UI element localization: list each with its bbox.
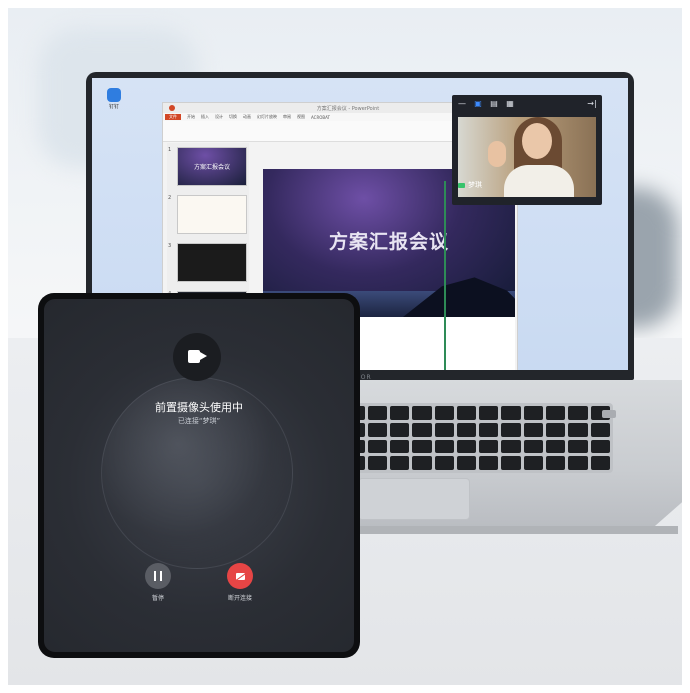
keyboard-key [389, 406, 410, 420]
keyboard-key [479, 439, 499, 454]
keyboard-key [546, 422, 566, 437]
disconnect-control: 断开连接 [210, 563, 270, 602]
desktop-app-icon[interactable]: 钉钉 [104, 88, 124, 110]
keyboard-key [501, 422, 521, 437]
keyboard-key [568, 456, 588, 470]
participant-face [522, 123, 552, 159]
power-button [602, 410, 616, 418]
keyboard-key [546, 456, 566, 470]
keyboard-key [389, 422, 410, 437]
keyboard-key [546, 439, 566, 454]
pause-label: 暂停 [151, 595, 164, 602]
pause-button[interactable] [145, 563, 171, 589]
tab-transitions[interactable]: 切换 [229, 114, 237, 120]
slide-title: 方案汇报会议 [328, 231, 449, 253]
disconnect-label: 断开连接 [227, 595, 252, 602]
keyboard-key [546, 406, 566, 420]
keyboard-key [389, 439, 410, 454]
tab-review[interactable]: 审阅 [283, 114, 291, 120]
connection-status: 已连接“梦琪” [177, 417, 221, 425]
slide-thumbnail-3[interactable] [177, 243, 247, 282]
keyboard-key [568, 439, 588, 454]
keyboard-key [367, 456, 387, 470]
participant-name: 梦琪 [468, 181, 482, 189]
keyboard-key [590, 456, 610, 470]
keyboard-key [412, 422, 432, 437]
participant-hand [488, 141, 506, 167]
keyboard-key [568, 422, 588, 437]
phone-screen: 前置摄像头使用中 已连接“梦琪” 暂停 断开连接 [44, 299, 354, 652]
keyboard-key [412, 439, 432, 454]
keyboard-key [523, 456, 544, 470]
slide-thumbnail-1[interactable]: 方案汇报会议 [177, 147, 247, 186]
collapse-right-icon[interactable]: →| [587, 100, 596, 108]
keyboard-key [412, 406, 432, 420]
powerpoint-icon [169, 105, 175, 111]
camera-status-title: 前置摄像头使用中 [155, 401, 243, 414]
tab-acrobat[interactable]: ACROBAT [311, 115, 330, 120]
keyboard-key [412, 456, 432, 470]
tab-slideshow[interactable]: 幻灯片放映 [257, 114, 277, 120]
tab-view[interactable]: 视图 [297, 114, 305, 120]
tab-design[interactable]: 设计 [215, 114, 223, 120]
keyboard-key [479, 422, 499, 437]
keyboard-key [456, 456, 477, 470]
participant-name-tag: 梦琪 [458, 180, 482, 190]
pause-control: 暂停 [128, 563, 188, 602]
keyboard-key [456, 439, 477, 454]
trackpad [358, 478, 470, 520]
slide-number: 2 [168, 195, 172, 201]
keyboard-key [479, 456, 499, 470]
tab-home[interactable]: 开始 [187, 114, 195, 120]
tab-animations[interactable]: 动画 [243, 114, 251, 120]
slide-thumbnail-title: 方案汇报会议 [193, 164, 230, 171]
single-view-icon[interactable]: ▣ [474, 100, 482, 108]
slide-number: 3 [168, 243, 172, 249]
keyboard-key [501, 456, 521, 470]
slide-number: 1 [168, 147, 172, 153]
phone-device: 前置摄像头使用中 已连接“梦琪” 暂停 断开连接 [38, 293, 360, 658]
keyboard-key [479, 406, 499, 420]
camera-off-icon [235, 572, 245, 580]
video-call-toolbar: — ▣ ▤ ▦ →| [452, 95, 602, 113]
keyboard-key [434, 422, 454, 437]
keyboard-key [367, 439, 387, 454]
pause-icon [154, 571, 162, 581]
camera-on-icon [458, 182, 465, 188]
keyboard-key [456, 406, 477, 420]
minimize-icon[interactable]: — [458, 100, 466, 108]
desktop-app-label: 钉钉 [108, 104, 119, 110]
keyboard-key [501, 439, 521, 454]
keyboard-key [434, 456, 454, 470]
keyboard-key [456, 422, 477, 437]
grid-view-icon[interactable]: ▦ [506, 100, 514, 108]
video-call-window[interactable]: — ▣ ▤ ▦ →| 梦琪 [452, 95, 602, 205]
keyboard-key [434, 439, 454, 454]
keyboard-key [501, 406, 521, 420]
keyboard-key [590, 422, 610, 437]
keyboard-key [367, 406, 387, 420]
window-edge [444, 181, 446, 370]
dingtalk-icon [107, 88, 121, 102]
keyboard-key [523, 439, 544, 454]
keyboard-key [523, 406, 544, 420]
keyboard-key [590, 439, 610, 454]
participant-body [504, 165, 574, 197]
tab-insert[interactable]: 插入 [201, 114, 209, 120]
keyboard-key [389, 456, 410, 470]
keyboard-key [434, 406, 454, 420]
keyboard-key [367, 422, 387, 437]
keyboard-key [523, 422, 544, 437]
slide-thumbnail-2[interactable] [177, 195, 247, 234]
video-camera-icon [188, 350, 207, 363]
keyboard-key [568, 406, 588, 420]
split-view-icon[interactable]: ▤ [490, 100, 498, 108]
camera-status-circle [173, 333, 221, 381]
tab-file[interactable]: 文件 [165, 114, 181, 120]
product-scene: 钉钉 方案汇报会议 - PowerPoint 文件 开始 插入 设计 切换 动画… [8, 8, 682, 685]
disconnect-button[interactable] [227, 563, 253, 589]
